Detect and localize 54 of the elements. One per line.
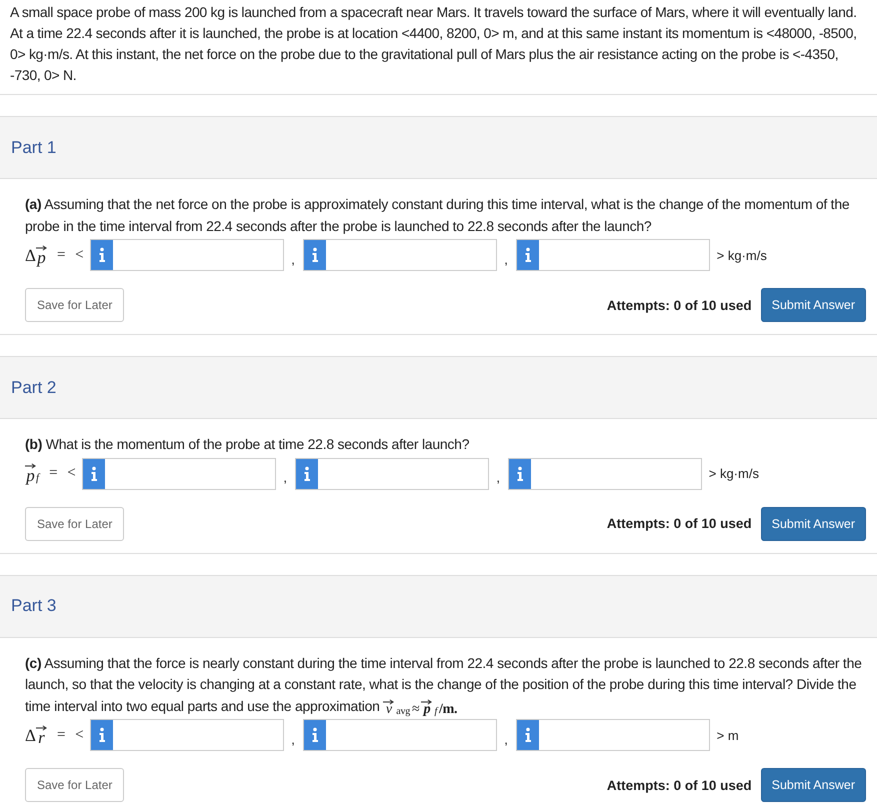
vector-arrow-icon	[36, 244, 47, 250]
equals-sign: = <	[49, 465, 76, 482]
vector-arrow-icon	[421, 699, 432, 705]
part-title: Part 2	[11, 378, 56, 398]
answer-field[interactable]	[82, 458, 276, 490]
info-icon[interactable]	[90, 240, 113, 270]
question-text: (c) Assuming that the force is nearly constant during the time interval from 22.4 seconds after the probe is launched to 22.8 seconds after the launch, so that the velocity is changing at a constant rate, what is the change of the position of the probe during this time interval? Divide the time interval into two equal parts and use the approximation v $_{avg}$≈ p $_{f}$/m.	[25, 654, 863, 717]
question-text: (a) Assuming that the net force on the probe is approximately constant during this time interval, what is the change of the momentum of the probe in the time interval from 22.4 seconds after the probe is launched to 22.8 seconds after the launch?	[25, 195, 850, 236]
approximation-formula: v $_{avg}$≈ p $_{f}$/m.	[383, 699, 458, 717]
answer-field[interactable]	[516, 239, 710, 271]
problem-statement: A small space probe of mass 200 kg is launched from a spacecraft near Mars. It travels toward the surface of Mars, where it will eventually land. At a time 22.4 seconds after it is launched, the probe is at location <4400, 8200, 0> m, and at this same instant its momentum is <48000, -8500, 0> kg·m/s. At this instant, the net force on the probe due to the gravitational pull of Mars plus the air resistance acting on the probe is <-4350, -730, 0> N.	[0, 0, 877, 95]
save-for-later-button[interactable]: Save for Later	[25, 506, 124, 540]
info-icon[interactable]	[304, 240, 326, 270]
answer-field[interactable]	[302, 239, 497, 271]
comma: ,	[503, 250, 509, 266]
info-icon[interactable]	[82, 458, 105, 488]
submit-answer-button[interactable]: Submit Answer	[760, 768, 866, 802]
comma: ,	[290, 250, 296, 266]
answer-field[interactable]	[90, 719, 284, 751]
attempts-count: Attempts: 0 of 10 used	[606, 516, 752, 531]
part-title: Part 1	[11, 138, 56, 158]
info-icon[interactable]	[508, 458, 531, 488]
equals-sign: = <	[56, 726, 84, 744]
save-for-later-button[interactable]: Save for Later	[25, 768, 124, 802]
info-icon[interactable]	[516, 720, 539, 750]
answer-field[interactable]	[90, 239, 284, 271]
answer-field[interactable]	[516, 719, 710, 751]
submit-answer-button[interactable]: Submit Answer	[760, 288, 866, 322]
answer-field[interactable]	[508, 458, 702, 490]
info-icon[interactable]	[90, 720, 113, 750]
unit-label: > m	[716, 728, 739, 742]
part-title: Part 3	[11, 596, 56, 616]
submit-answer-button[interactable]: Submit Answer	[760, 506, 866, 540]
comma: ,	[503, 730, 509, 746]
unit-label: > kg·m/s	[708, 466, 759, 481]
math-label: Δp	[25, 244, 47, 266]
answer-field[interactable]	[294, 458, 489, 490]
unit-label: > kg·m/s	[716, 248, 767, 262]
save-for-later-button[interactable]: Save for Later	[25, 288, 124, 322]
info-icon[interactable]	[516, 240, 539, 270]
math-label: Δr	[25, 724, 47, 746]
info-icon[interactable]	[304, 720, 326, 750]
comma: ,	[282, 469, 288, 485]
equals-sign: = <	[56, 246, 84, 264]
info-icon[interactable]	[296, 458, 318, 488]
comma: ,	[495, 469, 502, 485]
vector-arrow-icon	[383, 699, 394, 705]
answer-field[interactable]	[302, 719, 497, 751]
comma: ,	[290, 730, 296, 746]
question-text: (b) What is the momentum of the probe at time 22.8 seconds after launch?	[25, 435, 470, 454]
vector-arrow-icon	[25, 463, 36, 469]
attempts-count: Attempts: 0 of 10 used	[606, 298, 752, 312]
attempts-count: Attempts: 0 of 10 used	[606, 778, 752, 792]
vector-arrow-icon	[36, 724, 47, 730]
